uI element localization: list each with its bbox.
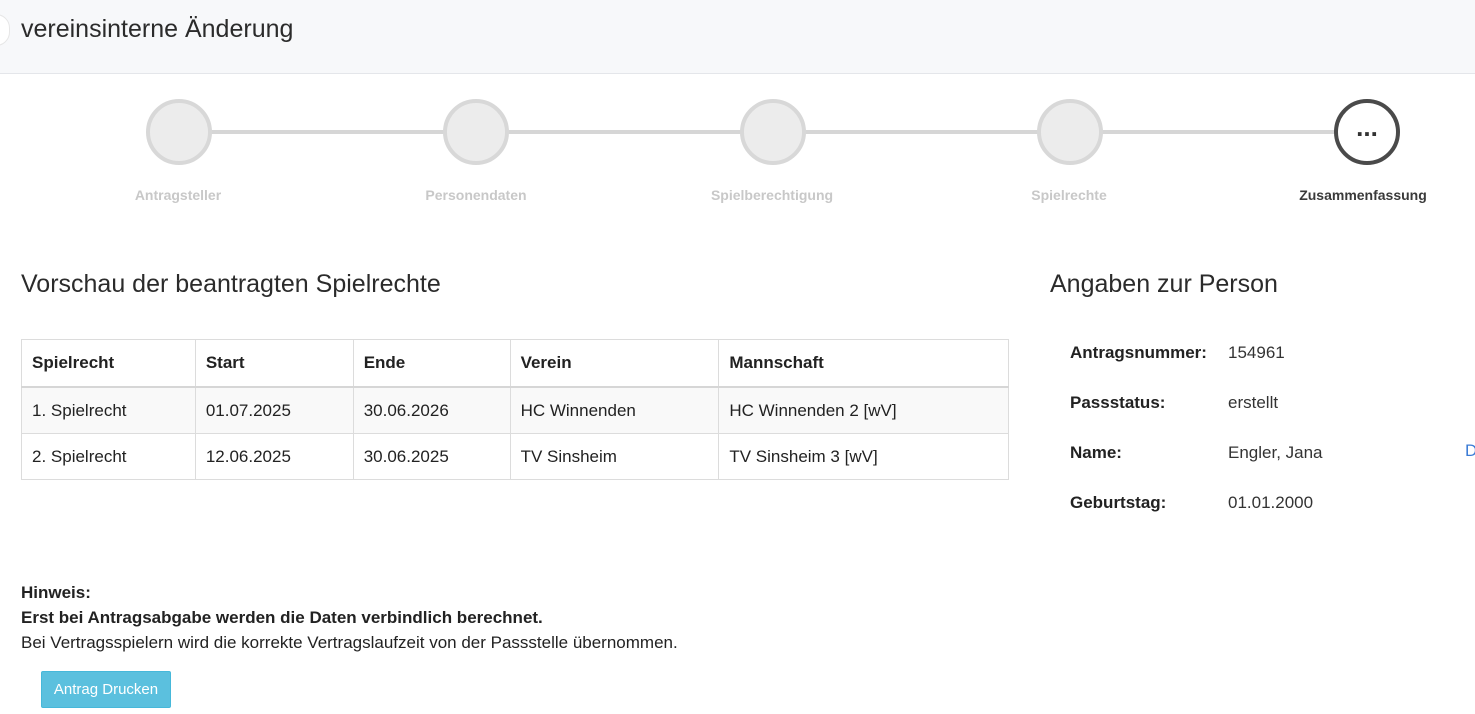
ellipsis-icon: ... — [1356, 112, 1378, 142]
field-value-passstatus: erstellt — [1228, 393, 1279, 412]
column-header-mannschaft: Mannschaft — [718, 339, 1009, 388]
cell-spielrecht: 2. Spielrecht — [21, 433, 196, 480]
step-circle-spielberechtigung[interactable] — [740, 99, 806, 165]
field-label: Passstatus: — [1070, 393, 1166, 412]
field-value-geburtstag: 01.01.2000 — [1228, 493, 1314, 512]
cell-verein: TV Sinsheim — [509, 433, 720, 480]
notice-text: Bei Vertragsspielern wird die korrekte V… — [21, 633, 678, 652]
step-label-antragsteller[interactable]: Antragsteller — [68, 187, 288, 203]
field-value-antragsnummer: 154961 — [1228, 343, 1285, 362]
person-title: Angaben zur Person — [1050, 270, 1278, 298]
back-tab[interactable] — [0, 14, 10, 46]
table-header-row: Spielrecht Start Ende Verein Mannschaft — [21, 339, 1009, 388]
notice-bold-text: Erst bei Antragsabgabe werden die Daten … — [21, 608, 543, 627]
step-label-zusammenfassung[interactable]: Zusammenfassung — [1253, 187, 1473, 203]
step-circle-spielrechte[interactable] — [1037, 99, 1103, 165]
step-label-personendaten[interactable]: Personendaten — [366, 187, 586, 203]
column-header-start: Start — [194, 339, 354, 388]
field-label: Geburtstag: — [1070, 493, 1167, 512]
cell-mannschaft: TV Sinsheim 3 [wV] — [718, 433, 1009, 480]
preview-title: Vorschau der beantragten Spielrechte — [21, 270, 441, 298]
field-label: Antragsnummer: — [1070, 343, 1207, 362]
field-value-name: Engler, Jana — [1228, 443, 1323, 462]
column-header-verein: Verein — [509, 339, 720, 388]
cell-ende: 30.06.2026 — [352, 386, 511, 434]
step-connector — [208, 130, 446, 134]
cell-ende: 30.06.2025 — [352, 433, 511, 480]
field-label: Name: — [1070, 443, 1122, 462]
column-header-ende: Ende — [352, 339, 511, 388]
step-label-spielrechte[interactable]: Spielrechte — [959, 187, 1179, 203]
cell-spielrecht: 1. Spielrecht — [21, 386, 196, 434]
step-label-spielberechtigung[interactable]: Spielberechtigung — [662, 187, 882, 203]
cell-mannschaft: HC Winnenden 2 [wV] — [718, 386, 1009, 434]
table-row: 1. Spielrecht 01.07.2025 30.06.2026 HC W… — [21, 386, 1009, 434]
step-circle-antragsteller[interactable] — [146, 99, 212, 165]
column-header-spielrecht: Spielrecht — [21, 339, 196, 388]
step-connector — [1099, 130, 1337, 134]
step-circle-zusammenfassung[interactable]: ... — [1334, 99, 1400, 165]
step-connector — [505, 130, 743, 134]
cell-start: 12.06.2025 — [194, 433, 354, 480]
cell-verein: HC Winnenden — [509, 386, 720, 434]
rights-table: Spielrecht Start Ende Verein Mannschaft … — [21, 339, 1009, 480]
notice: Hinweis: Erst bei Antragsabgabe werden d… — [21, 580, 678, 655]
table-row: 2. Spielrecht 12.06.2025 30.06.2025 TV S… — [21, 433, 1009, 480]
notice-heading: Hinweis: — [21, 583, 91, 602]
step-circle-personendaten[interactable] — [443, 99, 509, 165]
page-title: vereinsinterne Änderung — [21, 15, 294, 43]
cell-start: 01.07.2025 — [194, 386, 354, 434]
name-details-link[interactable]: D — [1465, 441, 1475, 461]
step-connector — [802, 130, 1040, 134]
print-application-button[interactable]: Antrag Drucken — [41, 671, 171, 708]
page-header: vereinsinterne Änderung — [0, 0, 1475, 74]
